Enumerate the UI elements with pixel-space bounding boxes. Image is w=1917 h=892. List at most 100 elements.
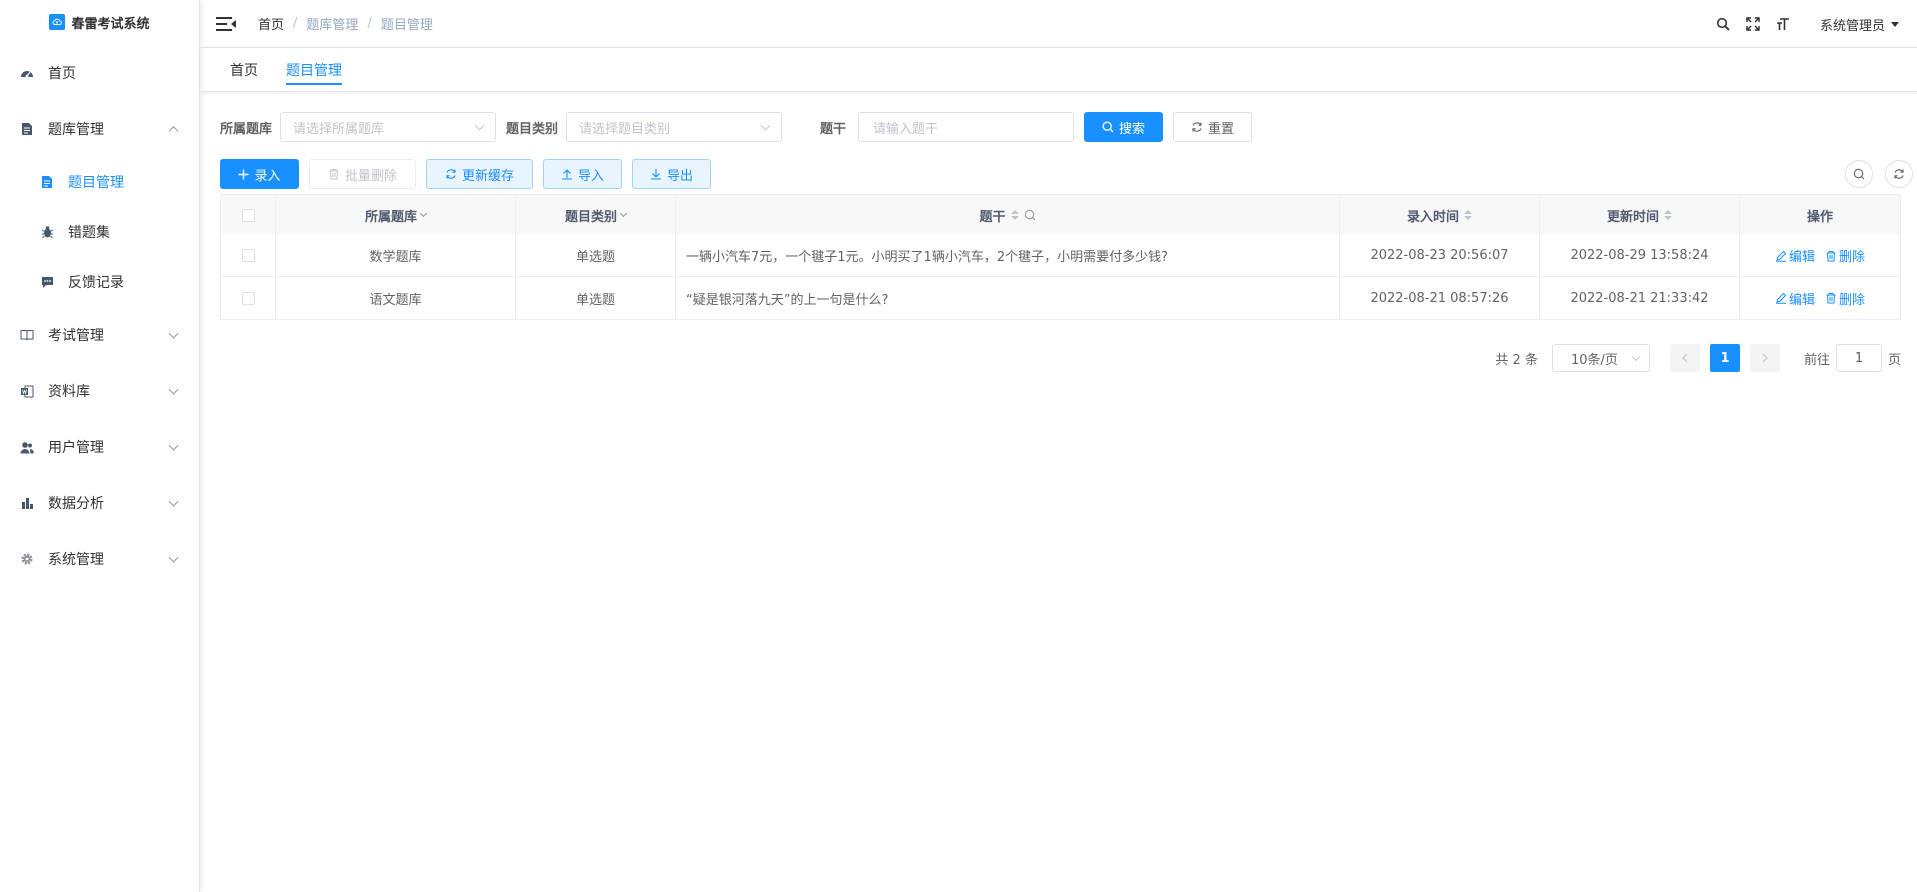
prev-page-button[interactable] (1669, 344, 1700, 372)
search-icon (1853, 168, 1865, 180)
row-select-cell (221, 277, 276, 319)
cell-type: 单选题 (516, 277, 676, 319)
caret-down-icon (1891, 21, 1899, 27)
sidebar-item-system[interactable]: 系统管理 (0, 531, 199, 587)
table-body: 数学题库 单选题 一辆小汽车7元，一个毽子1元。小明买了1辆小汽车，2个毽子，小… (221, 235, 1900, 319)
tab-home[interactable]: 首页 (230, 48, 258, 92)
sidebar-item-label: 首页 (48, 66, 76, 82)
chevron-down-icon (168, 384, 179, 395)
cell-ops: 编辑 删除 (1740, 235, 1900, 276)
user-dropdown[interactable]: 系统管理员 (1820, 15, 1899, 34)
refresh-table-button[interactable] (1885, 160, 1913, 188)
chevron-down-icon (619, 209, 628, 218)
sort-icon[interactable] (1464, 210, 1472, 220)
question-table: 所属题库 题目类别 题干 录入时间 更新时间 操作 数学题库 单选题 一辆小汽车… (220, 194, 1901, 320)
dashboard-icon (20, 66, 34, 80)
goto-prefix: 前往 (1803, 352, 1830, 368)
top-navbar: 首页 / 题库管理 / 题目管理 系统管理员 (200, 0, 1917, 48)
breadcrumb-separator: / (293, 16, 298, 31)
sidebar-item-users[interactable]: 用户管理 (0, 419, 199, 475)
fullscreen-icon[interactable] (1746, 17, 1760, 31)
next-page-button[interactable] (1749, 344, 1780, 372)
search-button-label: 搜索 (1119, 121, 1146, 137)
delete-button[interactable]: 删除 (1825, 289, 1865, 308)
select-all-checkbox[interactable] (241, 208, 255, 222)
search-form: 所属题库 请选择所属题库 题目类别 请选择题目类别 题干 请输入题干 搜索 重置 (220, 111, 1901, 143)
edit-icon (1775, 292, 1787, 304)
export-button[interactable]: 导出 (632, 159, 711, 189)
type-select[interactable]: 请选择题目类别 (566, 112, 783, 142)
search-icon[interactable] (1716, 17, 1730, 31)
chevron-down-icon (168, 552, 179, 563)
sort-icon[interactable] (1010, 210, 1019, 220)
header-type[interactable]: 题目类别 (516, 195, 676, 235)
refresh-icon (446, 169, 456, 179)
refresh-cache-button[interactable]: 更新缓存 (426, 159, 533, 189)
reset-button[interactable]: 重置 (1173, 112, 1253, 142)
refresh-cache-button-label: 更新缓存 (461, 168, 514, 184)
trash-icon (329, 169, 339, 180)
import-button[interactable]: 导入 (543, 159, 622, 189)
edit-button[interactable]: 编辑 (1775, 246, 1815, 265)
chevron-down-icon (168, 440, 179, 451)
chevron-down-icon (419, 209, 428, 218)
tab-question-manage[interactable]: 题目管理 (286, 48, 342, 92)
search-icon (1024, 209, 1035, 221)
row-checkbox[interactable] (241, 249, 255, 262)
batch-delete-button[interactable]: 批量删除 (309, 159, 416, 189)
toggle-search-button[interactable] (1845, 160, 1873, 188)
chevron-down-icon (168, 328, 179, 339)
sidebar-item-label: 用户管理 (48, 440, 104, 456)
sidebar-item-question-bank[interactable]: 题库管理 (0, 101, 199, 157)
goto-suffix: 页 (1887, 352, 1901, 368)
edit-label: 编辑 (1788, 292, 1815, 308)
sidebar-item-label: 考试管理 (48, 328, 104, 344)
logo[interactable]: 春雷考试系统 (0, 0, 199, 44)
refresh-icon (1894, 169, 1904, 179)
sidebar-item-question-manage[interactable]: 题目管理 (0, 157, 199, 207)
sidebar-item-feedback[interactable]: 反馈记录 (0, 257, 199, 307)
page-number-current[interactable]: 1 (1709, 344, 1740, 372)
table-toolbar: 录入 批量删除 更新缓存 导入 导出 (220, 158, 1913, 190)
edit-icon (1775, 250, 1787, 262)
pagination-total: 共 2 条 (1495, 352, 1538, 368)
header-created[interactable]: 录入时间 (1340, 195, 1540, 235)
delete-button[interactable]: 删除 (1825, 246, 1865, 265)
header-updated[interactable]: 更新时间 (1540, 195, 1740, 235)
page-size-select[interactable]: 10条/页 (1551, 344, 1650, 372)
header-stem[interactable]: 题干 (676, 195, 1340, 235)
edit-button[interactable]: 编辑 (1775, 289, 1815, 308)
sort-icon[interactable] (1664, 210, 1672, 220)
export-button-label: 导出 (666, 168, 693, 184)
app-root: 春雷考试系统 首页 题库管理 题目管理 错题集 反馈记录 考试管理 资料库 用户… (0, 0, 1917, 892)
sidebar-item-home[interactable]: 首页 (0, 45, 199, 101)
header-bank-label: 所属题库 (364, 209, 417, 225)
peoples-icon (20, 440, 34, 454)
bank-select[interactable]: 请选择所属题库 (280, 112, 497, 142)
sidebar-item-exam[interactable]: 考试管理 (0, 307, 199, 363)
trash-icon (1826, 293, 1836, 304)
breadcrumb-question-bank[interactable]: 题库管理 (306, 14, 358, 33)
chevron-right-icon (1762, 353, 1768, 363)
sidebar-item-materials[interactable]: 资料库 (0, 363, 199, 419)
document-icon (20, 122, 34, 136)
row-checkbox[interactable] (241, 291, 255, 305)
stem-input[interactable]: 请输入题干 (858, 112, 1075, 142)
stem-label: 题干 (820, 121, 847, 137)
sidebar-item-wrong-questions[interactable]: 错题集 (0, 207, 199, 257)
header-bank[interactable]: 所属题库 (276, 195, 516, 235)
breadcrumb-home[interactable]: 首页 (258, 14, 284, 33)
font-size-icon[interactable] (1776, 17, 1790, 31)
sidebar-item-analytics[interactable]: 数据分析 (0, 475, 199, 531)
plus-icon (238, 169, 249, 179)
goto-page-input[interactable]: 1 (1835, 344, 1882, 372)
add-button[interactable]: 录入 (220, 159, 299, 189)
header-updated-label: 更新时间 (1606, 209, 1659, 225)
message-icon (40, 275, 54, 289)
breadcrumb-separator: / (367, 16, 372, 31)
hamburger-icon[interactable] (216, 16, 236, 31)
search-button[interactable]: 搜索 (1084, 112, 1164, 142)
type-select-placeholder: 请选择题目类别 (579, 121, 671, 137)
gear-icon (20, 552, 34, 566)
table-header-row: 所属题库 题目类别 题干 录入时间 更新时间 操作 (221, 195, 1900, 235)
